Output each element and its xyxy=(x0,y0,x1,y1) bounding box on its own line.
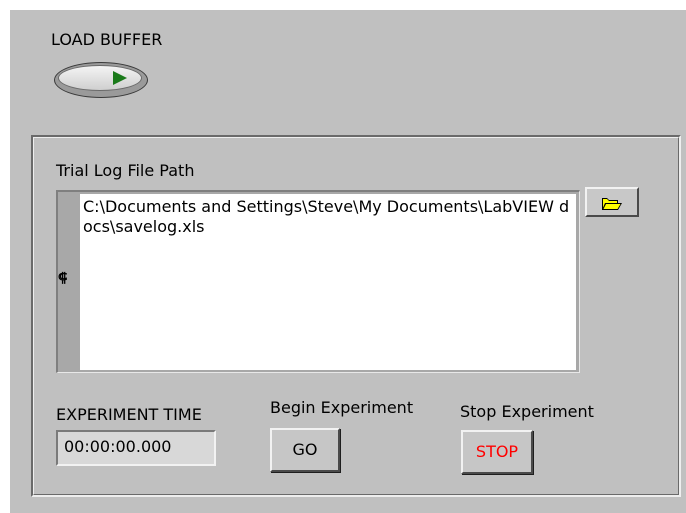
stop-button[interactable]: STOP xyxy=(461,430,533,474)
browse-file-button[interactable] xyxy=(585,187,639,217)
stop-experiment-label: Stop Experiment xyxy=(460,402,594,421)
experiment-time-label: EXPERIMENT TIME xyxy=(56,405,202,424)
load-buffer-label: LOAD BUFFER xyxy=(51,30,163,49)
folder-open-icon xyxy=(602,198,622,210)
trial-log-path-input[interactable]: C:\Documents and Settings\Steve\My Docum… xyxy=(80,194,576,370)
path-type-icon: ⸿ xyxy=(58,271,68,286)
begin-experiment-label: Begin Experiment xyxy=(270,398,414,417)
go-button[interactable]: GO xyxy=(270,428,340,472)
trial-log-file-path-label: Trial Log File Path xyxy=(56,161,195,180)
experiment-time-indicator: 00:00:00.000 xyxy=(56,430,216,466)
load-buffer-button[interactable] xyxy=(54,62,148,98)
load-buffer-button-face xyxy=(58,65,142,91)
play-arrow-icon xyxy=(113,71,127,85)
